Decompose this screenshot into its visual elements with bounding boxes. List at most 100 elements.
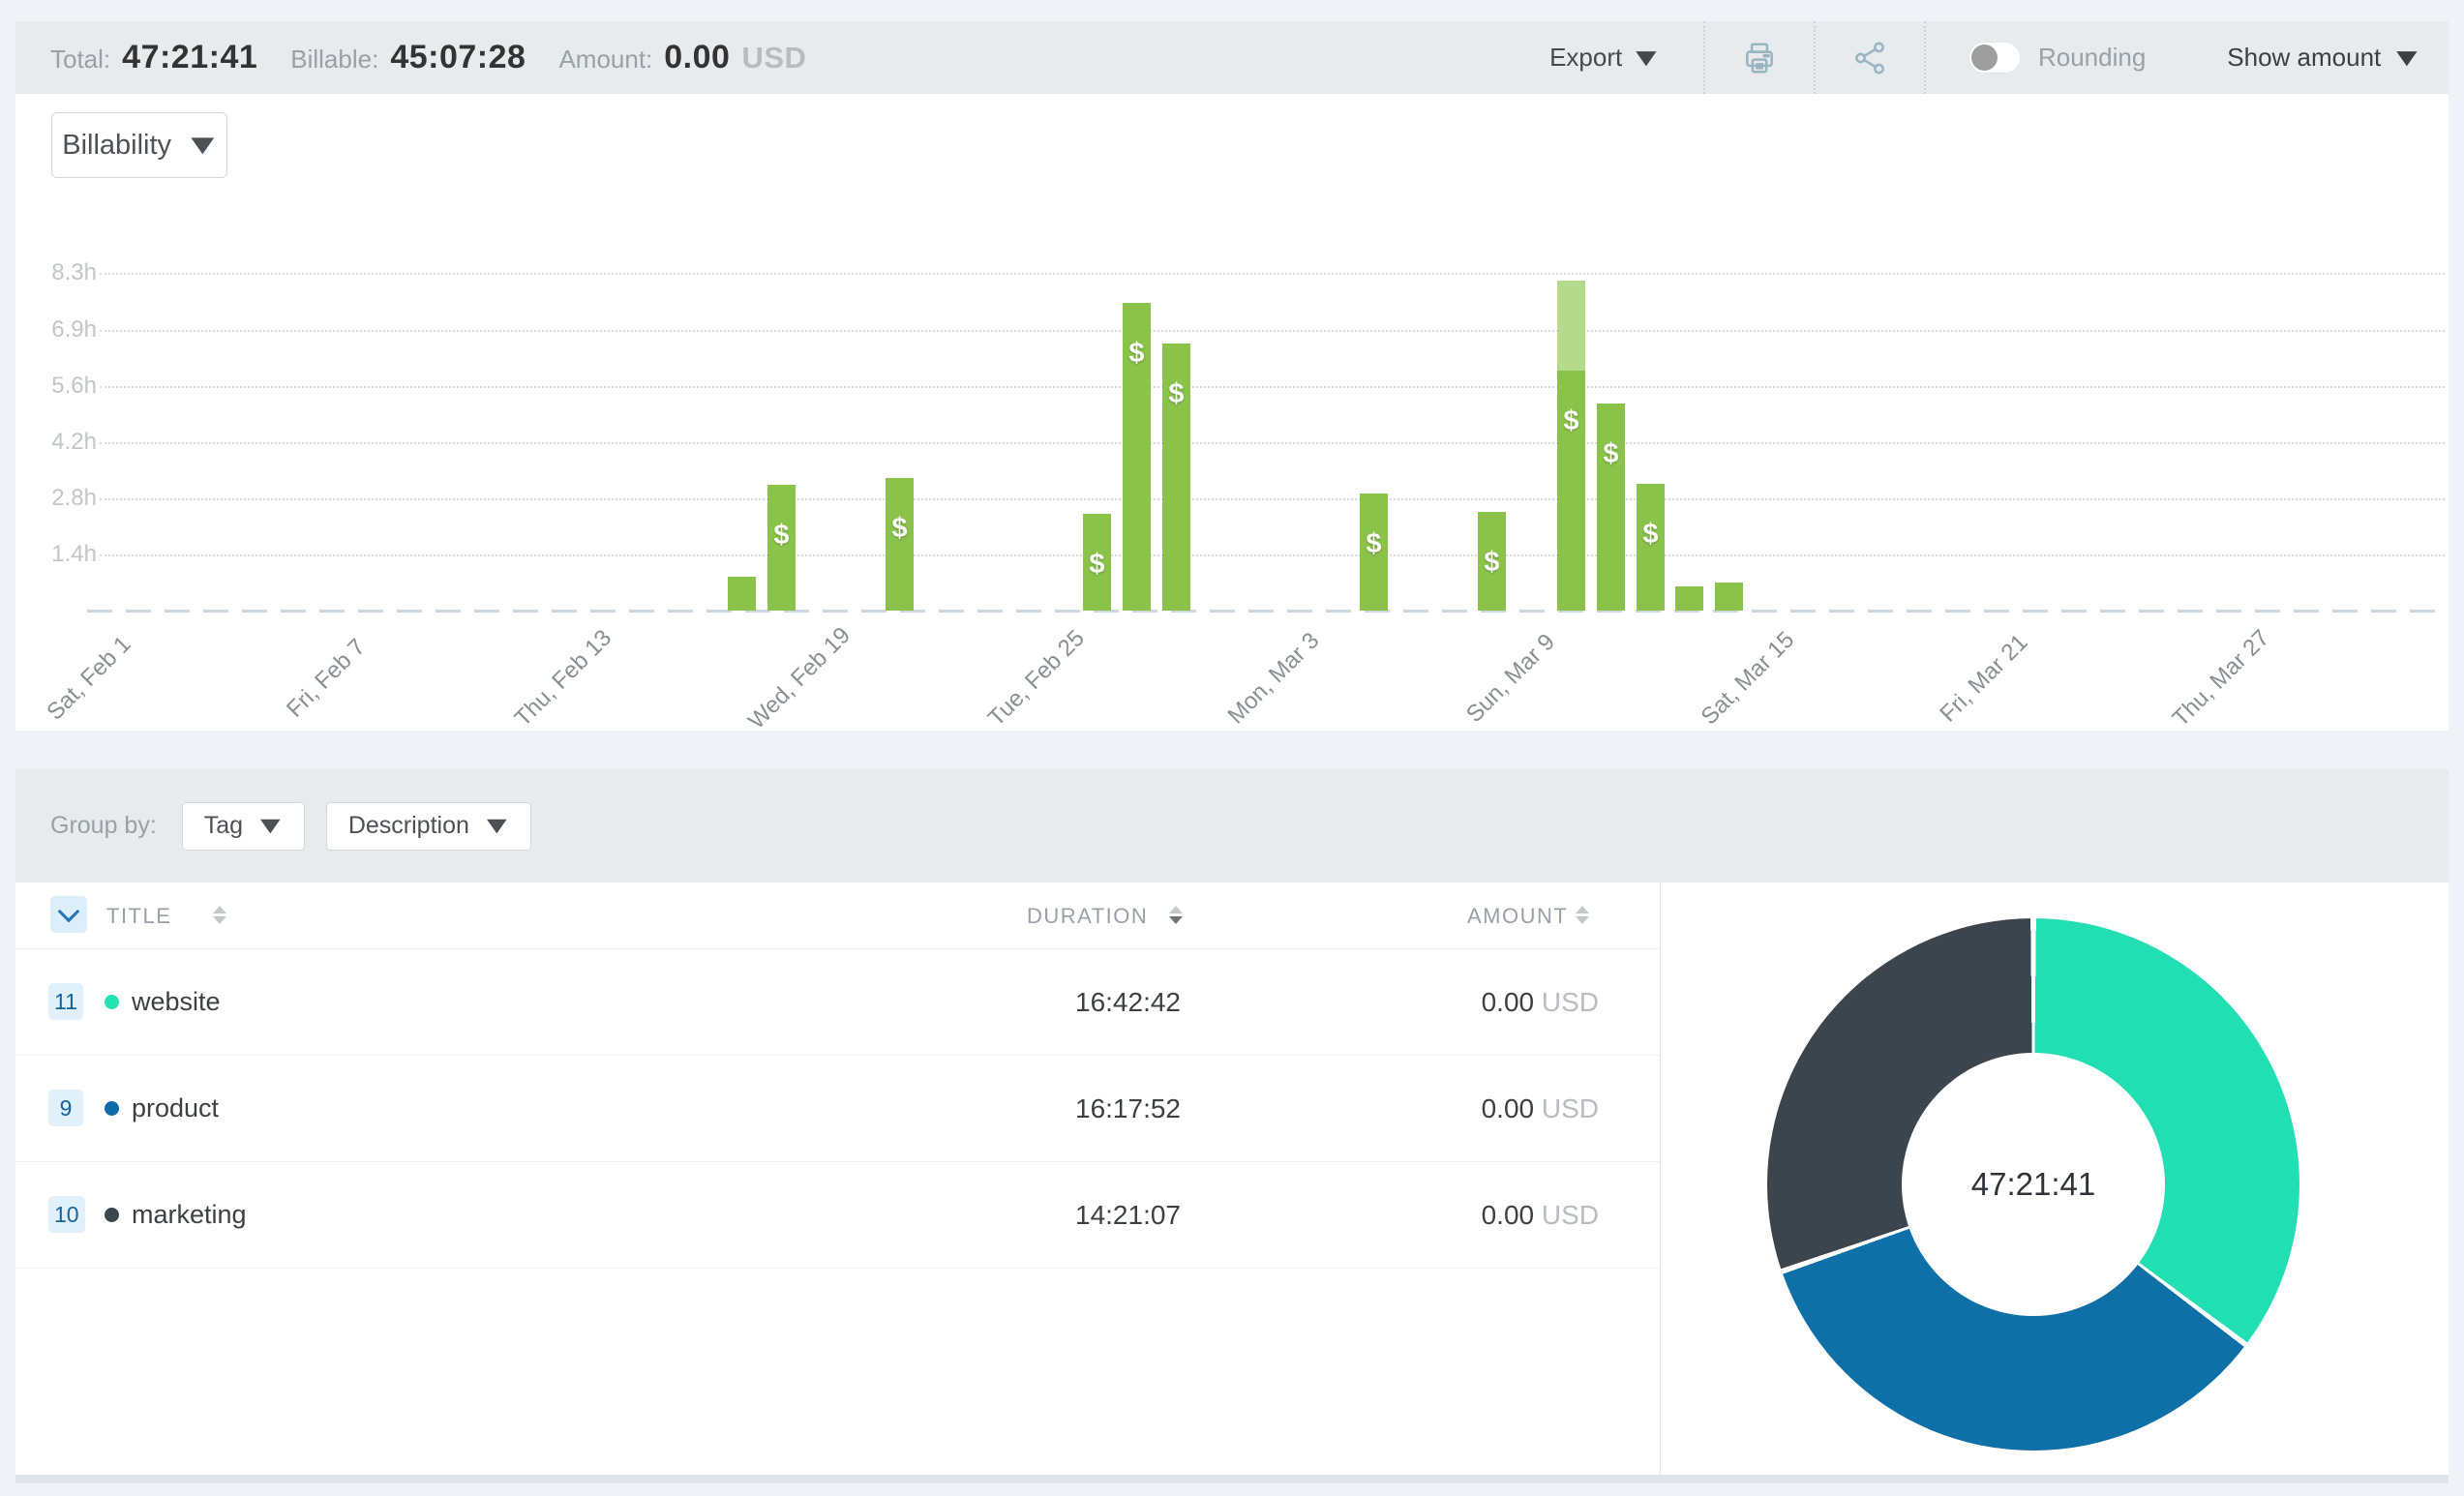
group-by-label: Group by: [50, 812, 157, 840]
x-axis-tick-label: Fri, Mar 21 [1907, 601, 2064, 759]
time-bar[interactable]: $ [1083, 514, 1111, 611]
x-axis-baseline [87, 610, 2445, 613]
x-axis-tick-label: Sun, Mar 9 [1433, 601, 1591, 759]
x-axis-tick-label: Fri, Feb 7 [249, 601, 406, 759]
billability-label: Billability [62, 130, 171, 162]
show-amount-label: Show amount [2227, 43, 2381, 73]
time-bar[interactable] [1675, 586, 1703, 611]
sort-duration-button[interactable] [1169, 906, 1183, 924]
summary-bar: Total: 47:21:41 Billable: 45:07:28 Amoun… [15, 21, 2449, 94]
row-amount: 0.00 USD [1482, 987, 1599, 1018]
time-bar[interactable]: $ [1557, 281, 1585, 611]
time-bar[interactable] [1715, 583, 1743, 611]
chevron-down-icon: ▼ [254, 812, 287, 840]
table-row[interactable]: 10marketing14:21:070.00 USD [15, 1161, 1660, 1269]
y-axis-tick-label: 2.8h [15, 485, 97, 512]
x-axis-tick-label: Thu, Mar 27 [2144, 601, 2301, 759]
summary-stats: Total: 47:21:41 Billable: 45:07:28 Amoun… [15, 39, 806, 76]
toolbar: Export ▼ [1505, 21, 2449, 94]
show-amount-dropdown[interactable]: Show amount ▼ [2188, 43, 2449, 73]
amount-label: Amount: [558, 45, 652, 75]
table-header: TITLE DURATION AMOUNT [15, 883, 1660, 949]
share-button[interactable] [1816, 21, 1924, 94]
gridline [100, 386, 2445, 388]
y-axis-tick-label: 8.3h [15, 259, 97, 286]
time-bar[interactable]: $ [1360, 494, 1388, 611]
group-by-tag-dropdown[interactable]: Tag ▼ [182, 802, 305, 851]
entry-count-badge: 11 [48, 983, 83, 1020]
amount-value: 0.00 [664, 39, 730, 76]
total-value: 47:21:41 [122, 39, 257, 76]
dollar-icon: $ [767, 520, 796, 552]
row-duration: 16:17:52 [1075, 1093, 1181, 1124]
export-label: Export [1549, 43, 1622, 73]
dollar-icon: $ [1478, 547, 1506, 579]
collapse-all-button[interactable] [50, 896, 87, 933]
column-header-title: TITLE [106, 904, 171, 929]
x-axis-tick-label: Wed, Feb 19 [722, 601, 880, 759]
time-bar[interactable]: $ [886, 478, 914, 611]
y-axis-tick-label: 5.6h [15, 373, 97, 400]
x-axis-tick-label: Thu, Feb 13 [486, 601, 644, 759]
nonbillable-segment [1557, 281, 1585, 371]
billable-label: Billable: [290, 45, 378, 75]
dollar-icon: $ [1637, 519, 1665, 551]
tag-color-dot [105, 1101, 119, 1116]
time-bar[interactable]: $ [1123, 303, 1151, 611]
gridline [100, 273, 2445, 275]
print-button[interactable] [1705, 21, 1814, 94]
gridline [100, 330, 2445, 332]
entry-count-badge: 10 [48, 1196, 85, 1233]
dollar-icon: $ [1557, 405, 1585, 437]
rounding-label: Rounding [2038, 43, 2146, 73]
group-by-bar: Group by: Tag ▼ Description ▼ [15, 769, 2449, 883]
toggle-knob-icon [1971, 45, 1998, 71]
printer-icon [1741, 40, 1778, 76]
donut-hole: 47:21:41 [1902, 1053, 2165, 1316]
time-bar[interactable]: $ [1597, 404, 1625, 611]
bottom-strip [15, 1475, 2449, 1483]
group-by-description-value: Description [348, 812, 469, 840]
share-icon [1851, 40, 1888, 76]
row-title: website [132, 987, 221, 1017]
gridline [100, 498, 2445, 500]
time-bar[interactable] [728, 577, 756, 611]
column-header-amount: AMOUNT [1467, 904, 1568, 929]
row-duration: 14:21:07 [1075, 1200, 1181, 1231]
group-by-description-dropdown[interactable]: Description ▼ [326, 802, 531, 851]
x-axis-tick-label: Tue, Feb 25 [959, 601, 1117, 759]
x-axis-tick-label: Sat, Mar 15 [1670, 601, 1828, 759]
y-axis-tick-label: 4.2h [15, 429, 97, 456]
time-bar[interactable]: $ [1637, 484, 1665, 611]
y-axis-tick-label: 6.9h [15, 316, 97, 344]
export-button[interactable]: Export ▼ [1505, 21, 1703, 94]
amount-currency: USD [741, 41, 806, 75]
billable-value: 45:07:28 [390, 39, 526, 76]
row-amount: 0.00 USD [1482, 1200, 1599, 1231]
table-row[interactable]: 11 website 16:42:42 0.00 USD [15, 948, 1660, 1056]
billability-dropdown[interactable]: Billability ▼ [51, 112, 227, 178]
dollar-icon: $ [1162, 378, 1190, 410]
row-duration: 16:42:42 [1075, 987, 1181, 1018]
dollar-icon: $ [1360, 528, 1388, 560]
time-bar[interactable]: $ [1162, 344, 1190, 611]
sort-title-button[interactable] [213, 906, 226, 924]
panel-divider [1660, 883, 1661, 1475]
rounding-toggle[interactable] [1968, 42, 2021, 74]
rounding-control: Rounding [1926, 42, 2188, 74]
dollar-icon: $ [1123, 338, 1151, 370]
donut-chart[interactable]: 47:21:41 [1767, 918, 2299, 1451]
time-bar[interactable]: $ [767, 485, 796, 611]
column-header-duration: DURATION [1027, 904, 1148, 929]
x-axis-tick-label: Sat, Feb 1 [12, 601, 169, 759]
row-title: product [132, 1093, 219, 1123]
group-by-tag-value: Tag [204, 812, 243, 840]
tag-color-dot [105, 1208, 119, 1222]
time-bar[interactable]: $ [1478, 512, 1506, 611]
row-amount: 0.00 USD [1482, 1093, 1599, 1124]
gridline [100, 554, 2445, 556]
chevron-down-icon: ▼ [480, 812, 514, 840]
gridline [100, 442, 2445, 444]
sort-amount-button[interactable] [1576, 906, 1589, 924]
table-row[interactable]: 9product16:17:520.00 USD [15, 1055, 1660, 1162]
